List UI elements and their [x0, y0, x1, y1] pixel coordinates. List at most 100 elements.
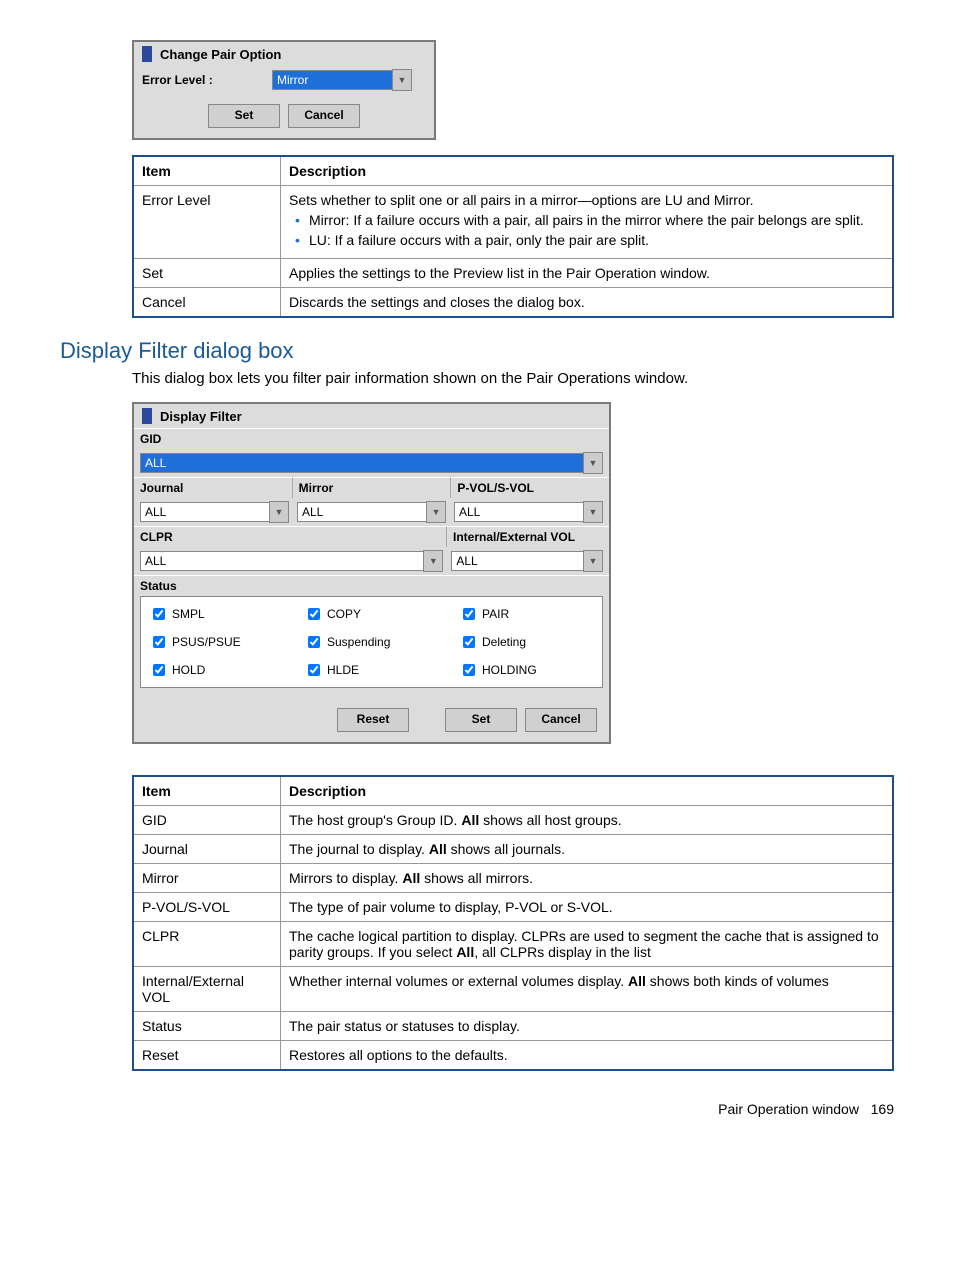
table-cell: Cancel: [133, 288, 281, 318]
checkbox[interactable]: [153, 608, 165, 620]
error-level-value: Mirror: [272, 70, 392, 90]
chk-label: Suspending: [327, 635, 390, 649]
table-cell: Discards the settings and closes the dia…: [281, 288, 894, 318]
checkbox[interactable]: [308, 664, 320, 676]
journal-label: Journal: [134, 477, 293, 498]
dialog-title: Display Filter: [160, 409, 242, 424]
chevron-down-icon[interactable]: ▼: [269, 501, 289, 523]
change-pair-option-dialog: Change Pair Option Error Level : Mirror …: [132, 40, 436, 140]
table-cell: Reset: [133, 1041, 281, 1071]
set-button[interactable]: Set: [445, 708, 517, 732]
ie-label: Internal/External VOL: [447, 526, 609, 547]
chevron-down-icon[interactable]: ▼: [392, 69, 412, 91]
gid-label: GID: [134, 428, 609, 449]
table-cell: Status: [133, 1012, 281, 1041]
desc-text: Sets whether to split one or all pairs i…: [289, 192, 754, 208]
dd-val: ALL: [297, 502, 426, 522]
checkbox[interactable]: [463, 664, 475, 676]
pvol-dropdown[interactable]: ALL▼: [454, 502, 603, 522]
table-cell: Restores all options to the defaults.: [281, 1041, 894, 1071]
pvol-label: P-VOL/S-VOL: [451, 477, 609, 498]
page-number: 169: [871, 1101, 894, 1117]
table-cell: Set: [133, 259, 281, 288]
table-cell: Applies the settings to the Preview list…: [281, 259, 894, 288]
check-pair[interactable]: PAIR: [459, 605, 594, 623]
cancel-button[interactable]: Cancel: [525, 708, 597, 732]
checkbox[interactable]: [153, 664, 165, 676]
bullet: Mirror: If a failure occurs with a pair,…: [309, 212, 884, 228]
check-copy[interactable]: COPY: [304, 605, 439, 623]
chk-label: PSUS/PSUE: [172, 635, 241, 649]
title-block-icon: [142, 46, 152, 62]
error-level-table: Item Description Error Level Sets whethe…: [132, 155, 894, 318]
table-cell: Mirrors to display. All shows all mirror…: [281, 864, 894, 893]
display-filter-dialog: Display Filter GID ALL ▼ Journal Mirror …: [132, 402, 611, 744]
clpr-dropdown[interactable]: ALL▼: [140, 551, 443, 571]
set-button[interactable]: Set: [208, 104, 280, 128]
mirror-dropdown[interactable]: ALL▼: [297, 502, 446, 522]
chk-label: PAIR: [482, 607, 509, 621]
table-cell: Error Level: [133, 186, 281, 259]
display-filter-table: Item Description GIDThe host group's Gro…: [132, 775, 894, 1071]
checkbox[interactable]: [463, 608, 475, 620]
section-para: This dialog box lets you filter pair inf…: [132, 370, 894, 387]
chevron-down-icon[interactable]: ▼: [426, 501, 446, 523]
check-susp[interactable]: Suspending: [304, 633, 439, 651]
chevron-down-icon[interactable]: ▼: [583, 550, 603, 572]
dd-val: ALL: [140, 551, 423, 571]
status-checklist: SMPL COPY PAIR PSUS/PSUE Suspending Dele…: [140, 596, 603, 688]
checkbox[interactable]: [308, 636, 320, 648]
table-cell: The cache logical partition to display. …: [281, 922, 894, 967]
chevron-down-icon[interactable]: ▼: [583, 452, 603, 474]
col-item: Item: [133, 156, 281, 186]
reset-button[interactable]: Reset: [337, 708, 409, 732]
page-footer: Pair Operation window 169: [60, 1101, 894, 1117]
chk-label: HOLD: [172, 663, 205, 677]
chevron-down-icon[interactable]: ▼: [423, 550, 443, 572]
check-del[interactable]: Deleting: [459, 633, 594, 651]
table-cell: P-VOL/S-VOL: [133, 893, 281, 922]
check-hold[interactable]: HOLD: [149, 661, 284, 679]
clpr-label: CLPR: [134, 526, 447, 547]
table-cell: The type of pair volume to display, P-VO…: [281, 893, 894, 922]
chk-label: HOLDING: [482, 663, 537, 677]
table-cell: The journal to display. All shows all jo…: [281, 835, 894, 864]
table-cell: GID: [133, 806, 281, 835]
cancel-button[interactable]: Cancel: [288, 104, 360, 128]
check-psus[interactable]: PSUS/PSUE: [149, 633, 284, 651]
chk-label: SMPL: [172, 607, 205, 621]
checkbox[interactable]: [153, 636, 165, 648]
dd-val: ALL: [140, 502, 269, 522]
col-desc: Description: [281, 156, 894, 186]
check-smpl[interactable]: SMPL: [149, 605, 284, 623]
gid-dropdown[interactable]: ALL ▼: [140, 453, 603, 473]
dialog-title: Change Pair Option: [160, 47, 281, 62]
chk-label: Deleting: [482, 635, 526, 649]
status-label: Status: [134, 575, 609, 596]
error-level-label: Error Level :: [142, 73, 272, 87]
check-holding[interactable]: HOLDING: [459, 661, 594, 679]
chk-label: COPY: [327, 607, 361, 621]
ie-dropdown[interactable]: ALL▼: [451, 551, 603, 571]
title-block-icon: [142, 408, 152, 424]
mirror-label: Mirror: [293, 477, 452, 498]
table-cell: Mirror: [133, 864, 281, 893]
table-cell: Whether internal volumes or external vol…: [281, 967, 894, 1012]
chk-label: HLDE: [327, 663, 359, 677]
section-heading: Display Filter dialog box: [60, 338, 894, 364]
table-cell: The pair status or statuses to display.: [281, 1012, 894, 1041]
bullet: LU: If a failure occurs with a pair, onl…: [309, 232, 884, 248]
col-item: Item: [133, 776, 281, 806]
table-cell: Journal: [133, 835, 281, 864]
error-level-dropdown[interactable]: Mirror ▼: [272, 70, 412, 90]
chevron-down-icon[interactable]: ▼: [583, 501, 603, 523]
journal-dropdown[interactable]: ALL▼: [140, 502, 289, 522]
col-desc: Description: [281, 776, 894, 806]
dd-val: ALL: [454, 502, 583, 522]
table-cell: The host group's Group ID. All shows all…: [281, 806, 894, 835]
checkbox[interactable]: [308, 608, 320, 620]
table-cell: CLPR: [133, 922, 281, 967]
check-hlde[interactable]: HLDE: [304, 661, 439, 679]
checkbox[interactable]: [463, 636, 475, 648]
table-cell: Internal/External VOL: [133, 967, 281, 1012]
